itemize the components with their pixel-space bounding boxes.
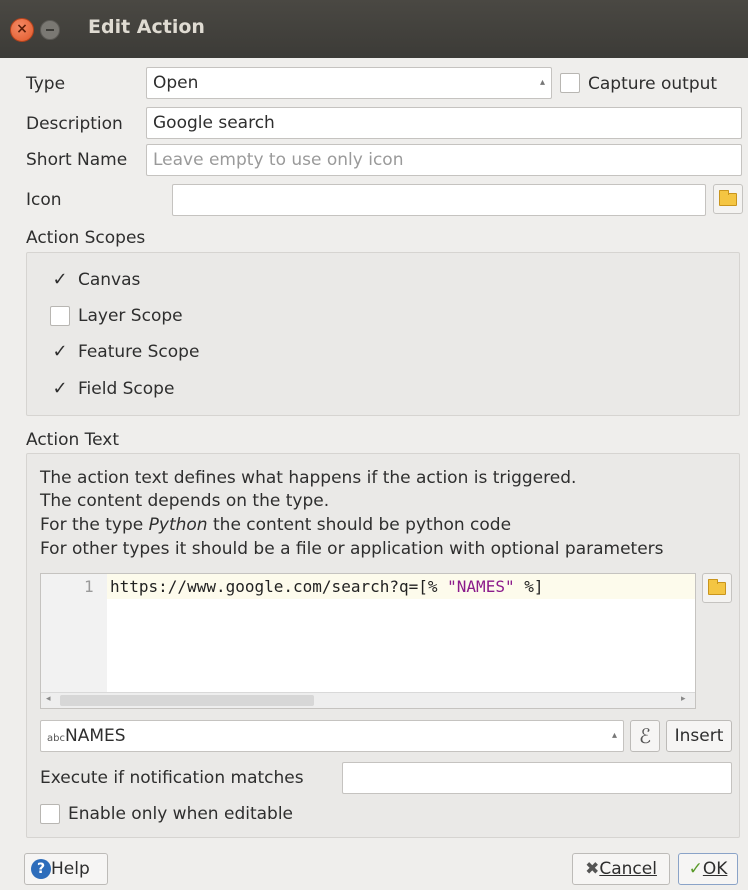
editable-only-checkbox[interactable] — [40, 804, 60, 824]
layer-scope-checkbox[interactable] — [50, 306, 70, 326]
expression-button[interactable]: ℰ — [630, 720, 660, 752]
window-title: Edit Action — [88, 16, 205, 38]
action-text-title: Action Text — [26, 430, 120, 450]
icon-browse-button[interactable] — [713, 184, 743, 214]
short-name-input[interactable]: Leave empty to use only icon — [146, 144, 742, 176]
description-value: Google search — [153, 113, 275, 133]
help-icon: ? — [31, 859, 51, 879]
folder-icon — [719, 190, 737, 206]
field-combobox[interactable]: abcNAMES ▴▾ — [40, 720, 624, 752]
help-line-3-prefix: For the type — [40, 515, 149, 535]
canvas-label: Canvas — [78, 270, 141, 290]
help-line-4: For other types it should be a file or a… — [40, 539, 664, 559]
checkmark-icon: ✓ — [688, 859, 703, 879]
close-window-button[interactable]: × — [10, 18, 34, 42]
notification-input[interactable] — [342, 762, 732, 794]
help-button-label: Help — [51, 859, 90, 879]
type-value: Open — [153, 73, 199, 93]
cancel-button-label: Cancel — [599, 859, 657, 879]
scroll-right-icon[interactable]: ▸ — [681, 694, 686, 704]
description-label: Description — [26, 114, 123, 134]
help-line-3: For the type Python the content should b… — [40, 515, 511, 535]
code-string: "NAMES" — [447, 577, 515, 596]
scroll-left-icon[interactable]: ◂ — [46, 694, 51, 704]
chevron-down-icon: ▴▾ — [539, 77, 545, 88]
ok-button-label: OK — [702, 859, 728, 879]
type-combobox[interactable]: Open ▴▾ — [146, 67, 552, 99]
scrollbar-thumb[interactable] — [60, 695, 314, 706]
icon-path-input[interactable] — [172, 184, 706, 216]
capture-output-label: Capture output — [588, 74, 718, 94]
cancel-icon: ✖ — [585, 859, 600, 879]
folder-icon — [708, 579, 726, 595]
feature-scope-checkbox[interactable]: ✓ — [50, 342, 70, 362]
icon-label: Icon — [26, 190, 62, 210]
notification-label: Execute if notification matches — [40, 768, 304, 788]
ok-button[interactable]: ✓OK — [678, 853, 738, 885]
layer-scope-label: Layer Scope — [78, 306, 183, 326]
cancel-button[interactable]: ✖Cancel — [572, 853, 670, 885]
help-line-1: The action text defines what happens if … — [40, 468, 577, 488]
code-prefix: https://www.google.com/search?q=[% — [110, 577, 448, 596]
minimize-window-button[interactable] — [40, 20, 60, 40]
code-line: https://www.google.com/search?q=[% "NAME… — [110, 577, 544, 596]
short-name-label: Short Name — [26, 150, 128, 170]
code-suffix: %] — [514, 577, 544, 596]
help-button[interactable]: ? Help — [24, 853, 108, 885]
type-label: Type — [26, 74, 66, 94]
help-line-2: The content depends on the type. — [40, 491, 330, 511]
line-number: 1 — [84, 577, 94, 596]
help-line-3-rest: the content should be python code — [213, 515, 512, 535]
chevron-down-icon: ▴▾ — [611, 730, 617, 741]
description-input[interactable]: Google search — [146, 107, 742, 139]
field-scope-checkbox[interactable]: ✓ — [50, 379, 70, 399]
line-number-gutter — [41, 574, 107, 692]
capture-output-checkbox[interactable] — [560, 73, 580, 93]
canvas-checkbox[interactable]: ✓ — [50, 270, 70, 290]
short-name-placeholder: Leave empty to use only icon — [153, 150, 404, 170]
insert-button[interactable]: Insert — [666, 720, 732, 752]
editable-only-label: Enable only when editable — [68, 804, 294, 824]
action-scopes-title: Action Scopes — [26, 228, 146, 248]
help-line-3-emph: Python — [148, 515, 208, 535]
string-type-icon: abc — [47, 733, 65, 744]
field-scope-label: Field Scope — [78, 379, 175, 399]
feature-scope-label: Feature Scope — [78, 342, 200, 362]
action-browse-button[interactable] — [702, 573, 732, 603]
field-combobox-value: NAMES — [64, 726, 126, 746]
